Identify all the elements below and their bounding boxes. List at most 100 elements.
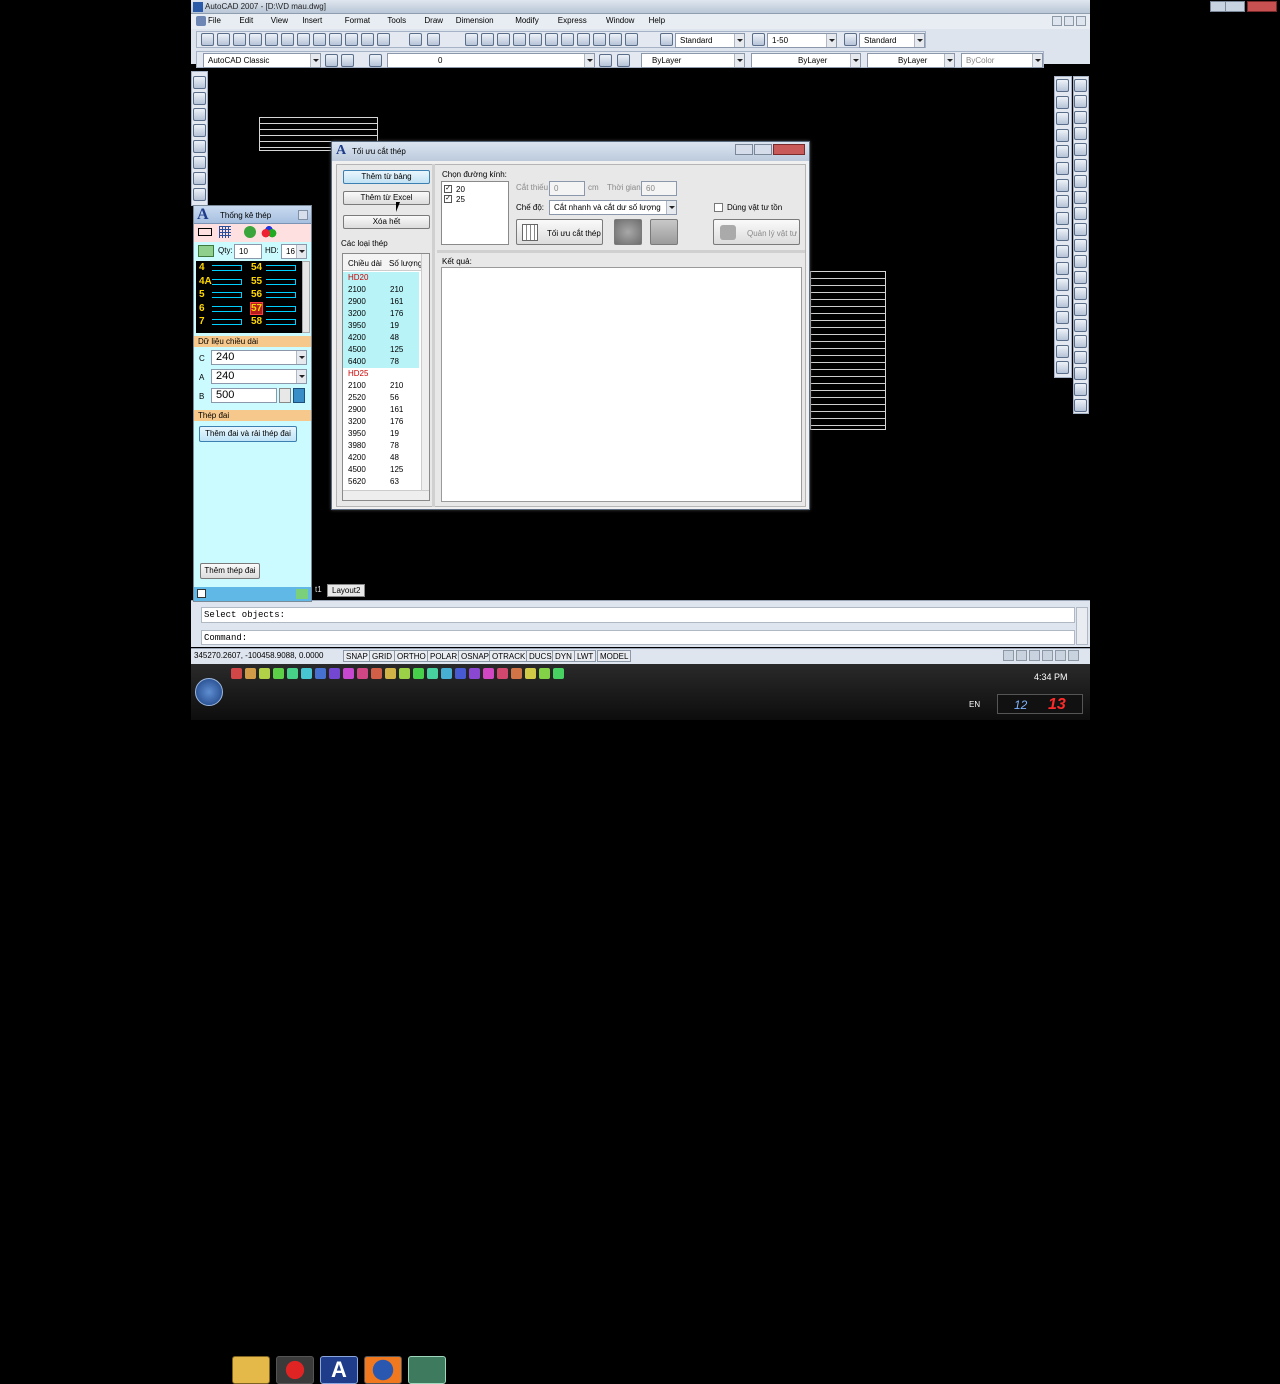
workspace-lock-icon[interactable] xyxy=(341,54,354,67)
color-circles-icon[interactable] xyxy=(261,226,277,238)
arc-icon[interactable] xyxy=(193,156,206,169)
circle-icon[interactable] xyxy=(193,172,206,185)
lineweight-combo[interactable]: ByLayer xyxy=(867,53,955,68)
layer-manager-icon[interactable] xyxy=(369,54,382,67)
text-style-combo[interactable]: Standard xyxy=(675,33,745,48)
rectangle-tool-icon[interactable] xyxy=(198,228,212,236)
command-input[interactable]: Command: xyxy=(201,630,1075,645)
tab-layout1[interactable]: t1 xyxy=(315,585,322,594)
make-layer-current-icon[interactable] xyxy=(599,54,612,67)
quicklaunch-excel-icon[interactable] xyxy=(245,668,256,679)
time-input[interactable]: 60 xyxy=(641,181,677,196)
construction-line-icon[interactable] xyxy=(193,92,206,105)
shape-7-code[interactable]: 7 xyxy=(199,316,205,327)
toggle-grid[interactable]: GRID xyxy=(369,650,395,662)
menu-item-format[interactable]: Format xyxy=(345,16,370,25)
quicklaunch-pdf-icon[interactable] xyxy=(427,668,438,679)
quicklaunch-store-icon[interactable] xyxy=(483,668,494,679)
quicklaunch-autocad-icon[interactable] xyxy=(231,668,242,679)
quicklaunch-vlc-icon[interactable] xyxy=(399,668,410,679)
cut-icon[interactable] xyxy=(313,33,326,46)
clock-time[interactable]: 4:34 PM xyxy=(1034,672,1068,682)
menu-item-view[interactable]: View xyxy=(271,16,288,25)
quicklaunch-word-icon[interactable] xyxy=(259,668,270,679)
quicklaunch-chrome-icon[interactable] xyxy=(273,668,284,679)
revision-cloud-icon[interactable] xyxy=(193,188,206,201)
manage-stock-button[interactable]: Quản lý vật tư xyxy=(713,219,800,245)
quicklaunch-mail-icon[interactable] xyxy=(525,668,536,679)
clear-all-button[interactable]: Xóa hết xyxy=(343,215,430,229)
shape-4-icon[interactable] xyxy=(212,265,242,271)
cad-tool-task-icon[interactable] xyxy=(408,1356,446,1384)
shape-4A-icon[interactable] xyxy=(212,278,242,285)
quicklaunch-outlook-icon[interactable] xyxy=(385,668,396,679)
b-button-icon[interactable] xyxy=(279,388,291,403)
dim-dim-update-icon[interactable] xyxy=(1056,344,1069,358)
c-select[interactable]: 240 xyxy=(211,350,307,365)
group-hd20[interactable]: HD20 xyxy=(343,272,419,284)
table-row[interactable]: 4200 48 xyxy=(343,452,419,464)
dim-style-combo[interactable]: 1-50 xyxy=(767,33,837,48)
menu-item-file[interactable]: File xyxy=(208,16,221,25)
table-row[interactable]: 4500 125 xyxy=(343,344,419,356)
menu-item-draw[interactable]: Draw xyxy=(424,16,443,25)
zoom-window-icon[interactable] xyxy=(497,33,510,46)
menu-item-dimension[interactable]: Dimension xyxy=(456,16,494,25)
toggle-ortho[interactable]: ORTHO xyxy=(394,650,429,662)
quicklaunch-remote-icon[interactable] xyxy=(539,668,550,679)
shape-5-icon[interactable] xyxy=(212,292,242,298)
trim-icon[interactable] xyxy=(1074,223,1087,236)
shape-58-code[interactable]: 58 xyxy=(251,316,262,327)
menu-item-insert[interactable]: Insert xyxy=(302,16,322,25)
table-row[interactable]: 3200 176 xyxy=(343,416,419,428)
quicklaunch-notepad-icon[interactable] xyxy=(357,668,368,679)
doc-minimize-icon[interactable] xyxy=(1052,16,1062,26)
toggle-ducs[interactable]: DUCS xyxy=(526,650,555,662)
quicklaunch-settings-icon[interactable] xyxy=(469,668,480,679)
dim-diameter-icon[interactable] xyxy=(1056,178,1069,192)
polyline-icon[interactable] xyxy=(193,108,206,121)
b-input[interactable]: 500 xyxy=(211,388,277,403)
pan-icon[interactable] xyxy=(465,33,478,46)
lock-icon[interactable] xyxy=(1016,650,1027,661)
shape-57-code[interactable]: 57 xyxy=(249,301,264,315)
dim-arc-length-icon[interactable] xyxy=(1056,112,1069,126)
play-icon[interactable] xyxy=(198,245,214,257)
group-hd25[interactable]: HD25 xyxy=(343,368,419,380)
workspace-combo[interactable]: AutoCAD Classic xyxy=(203,53,321,68)
add-from-excel-button[interactable]: Thêm từ Excel xyxy=(343,191,430,205)
open-icon[interactable] xyxy=(217,33,230,46)
copy-object-icon[interactable] xyxy=(1074,95,1087,108)
comm-center-icon[interactable] xyxy=(1003,650,1014,661)
quicklaunch-powerpoint-icon[interactable] xyxy=(553,668,564,679)
annotation-icon[interactable] xyxy=(1055,650,1066,661)
b-pick-icon[interactable] xyxy=(293,388,305,403)
save-icon[interactable] xyxy=(233,33,246,46)
diameter-checkbox[interactable]: ✓ xyxy=(444,195,452,203)
doc-restore-icon[interactable] xyxy=(1064,16,1074,26)
shape-55-icon[interactable] xyxy=(266,278,296,285)
toiuu-close-icon[interactable] xyxy=(773,144,805,155)
dim-tolerance-icon[interactable] xyxy=(1056,278,1069,292)
shape-55-code[interactable]: 55 xyxy=(251,276,262,287)
sheet-set-icon[interactable] xyxy=(577,33,590,46)
offset-icon[interactable] xyxy=(1074,127,1087,140)
break-point-icon[interactable] xyxy=(1074,255,1087,268)
toggle-osnap[interactable]: OSNAP xyxy=(458,650,493,662)
explorer-task-icon[interactable] xyxy=(232,1356,270,1384)
optimize-button[interactable]: Tối ưu cắt thép xyxy=(516,219,603,245)
scale-icon[interactable] xyxy=(1074,191,1087,204)
undo-icon[interactable] xyxy=(409,33,422,46)
break-icon[interactable] xyxy=(1074,271,1087,284)
layer-previous-icon[interactable] xyxy=(617,54,630,67)
tool-palettes-icon[interactable] xyxy=(561,33,574,46)
diameter-item-25[interactable]: ✓ 25 xyxy=(444,194,504,204)
steel-list-vscroll[interactable] xyxy=(421,254,429,490)
erase-icon[interactable] xyxy=(1074,79,1087,92)
publish-icon[interactable] xyxy=(281,33,294,46)
left-splitter[interactable] xyxy=(432,164,435,507)
shape-54-code[interactable]: 54 xyxy=(251,262,262,273)
quicklaunch-calc-icon[interactable] xyxy=(329,668,340,679)
statusbar-menu-icon[interactable] xyxy=(1068,650,1079,661)
mode-select[interactable]: Cắt nhanh và cắt dư số lượng xyxy=(549,200,677,215)
